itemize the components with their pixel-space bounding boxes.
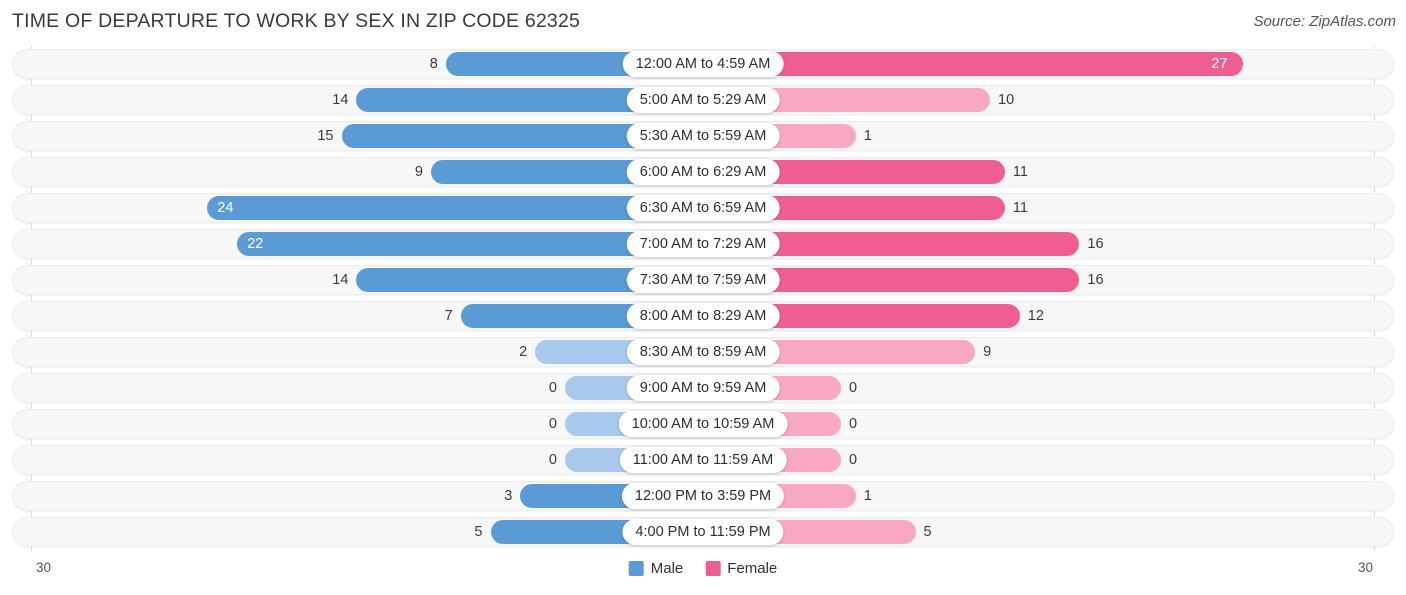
- chart-row: 5 5 4:00 PM to 11:59 PM: [0, 514, 1406, 550]
- chart-rows: 8 27 12:00 AM to 4:59 AM 14 10 5:00 AM to 5:2…: [0, 46, 1406, 550]
- bar-value-male: 15: [317, 128, 334, 144]
- bar-value-male: 22: [247, 236, 264, 252]
- chart-row: 0 0 11:00 AM to 11:59 AM: [0, 442, 1406, 478]
- bar-value-female: 12: [1027, 308, 1044, 324]
- page-title: TIME OF DEPARTURE TO WORK BY SEX IN ZIP …: [12, 10, 581, 32]
- legend-swatch-female-icon: [705, 561, 721, 576]
- chart-header: TIME OF DEPARTURE TO WORK BY SEX IN ZIP …: [0, 0, 1406, 46]
- legend-item-male[interactable]: Male: [628, 560, 684, 577]
- bar-value-female: 16: [1087, 236, 1104, 252]
- bar-value-female: 0: [849, 452, 858, 468]
- chart-row: 15 1 5:30 AM to 5:59 AM: [0, 118, 1406, 154]
- chart-legend: Male Female: [628, 560, 777, 577]
- category-label: 10:00 AM to 10:59 AM: [618, 411, 788, 437]
- chart-row: 24 11 6:30 AM to 6:59 AM: [0, 190, 1406, 226]
- bar-value-male: 7: [444, 308, 453, 324]
- chart-row: 3 1 12:00 PM to 3:59 PM: [0, 478, 1406, 514]
- category-label: 8:30 AM to 8:59 AM: [626, 339, 780, 365]
- legend-item-female[interactable]: Female: [705, 560, 777, 577]
- bar-value-female: 1: [863, 488, 872, 504]
- chart-row: 14 10 5:00 AM to 5:29 AM: [0, 82, 1406, 118]
- category-label: 6:30 AM to 6:59 AM: [626, 195, 780, 221]
- bar-value-female: 1: [863, 128, 872, 144]
- bar-value-male: 2: [519, 344, 528, 360]
- chart-row: 0 0 10:00 AM to 10:59 AM: [0, 406, 1406, 442]
- legend-label-female: Female: [727, 560, 778, 577]
- bar-value-female: 16: [1087, 272, 1104, 288]
- category-label: 8:00 AM to 8:29 AM: [626, 303, 780, 329]
- category-label: 7:00 AM to 7:29 AM: [626, 231, 780, 257]
- category-label: 9:00 AM to 9:59 AM: [626, 375, 780, 401]
- bar-value-male: 0: [548, 380, 557, 396]
- chart-row: 8 27 12:00 AM to 4:59 AM: [0, 46, 1406, 82]
- bar-value-female: 0: [849, 380, 858, 396]
- chart-row: 7 12 8:00 AM to 8:29 AM: [0, 298, 1406, 334]
- legend-label-male: Male: [650, 560, 684, 577]
- chart-row: 22 16 7:00 AM to 7:29 AM: [0, 226, 1406, 262]
- chart-plot-area: 8 27 12:00 AM to 4:59 AM 14 10 5:00 AM to 5:2…: [0, 46, 1406, 551]
- category-label: 5:30 AM to 5:59 AM: [626, 123, 780, 149]
- bar-value-female: 0: [849, 416, 858, 432]
- chart-row: 2 9 8:30 AM to 8:59 AM: [0, 334, 1406, 370]
- chart-row: 0 0 9:00 AM to 9:59 AM: [0, 370, 1406, 406]
- bar-female[interactable]: [703, 52, 1244, 76]
- axis-tick-right: 30: [1357, 560, 1373, 575]
- source-attribution: Source: ZipAtlas.com: [1253, 13, 1396, 30]
- bar-value-female: 10: [998, 92, 1015, 108]
- bar-value-male: 3: [504, 488, 513, 504]
- bar-value-male: 0: [548, 452, 557, 468]
- category-label: 6:00 AM to 6:29 AM: [626, 159, 780, 185]
- chart-row: 9 11 6:00 AM to 6:29 AM: [0, 154, 1406, 190]
- bar-value-female: 27: [1211, 56, 1228, 72]
- category-label: 12:00 AM to 4:59 AM: [622, 51, 784, 77]
- category-label: 5:00 AM to 5:29 AM: [626, 87, 780, 113]
- category-label: 11:00 AM to 11:59 AM: [619, 447, 787, 473]
- bar-value-male: 24: [217, 200, 234, 216]
- bar-value-female: 5: [923, 524, 932, 540]
- chart-row: 14 16 7:30 AM to 7:59 AM: [0, 262, 1406, 298]
- category-label: 4:00 PM to 11:59 PM: [622, 519, 784, 545]
- bar-value-male: 5: [474, 524, 483, 540]
- category-label: 12:00 PM to 3:59 PM: [621, 483, 785, 509]
- legend-swatch-male-icon: [628, 561, 644, 576]
- bar-value-male: 14: [332, 272, 349, 288]
- bar-value-female: 11: [1012, 164, 1028, 180]
- bar-value-female: 11: [1012, 200, 1028, 216]
- bar-value-male: 0: [548, 416, 557, 432]
- bar-value-male: 14: [332, 92, 349, 108]
- axis-tick-left: 30: [36, 560, 52, 575]
- bar-value-male: 8: [429, 56, 438, 72]
- bar-value-male: 9: [414, 164, 423, 180]
- category-label: 7:30 AM to 7:59 AM: [626, 267, 780, 293]
- bar-value-female: 9: [983, 344, 992, 360]
- chart-footer: 30 30 Male Female: [0, 551, 1406, 595]
